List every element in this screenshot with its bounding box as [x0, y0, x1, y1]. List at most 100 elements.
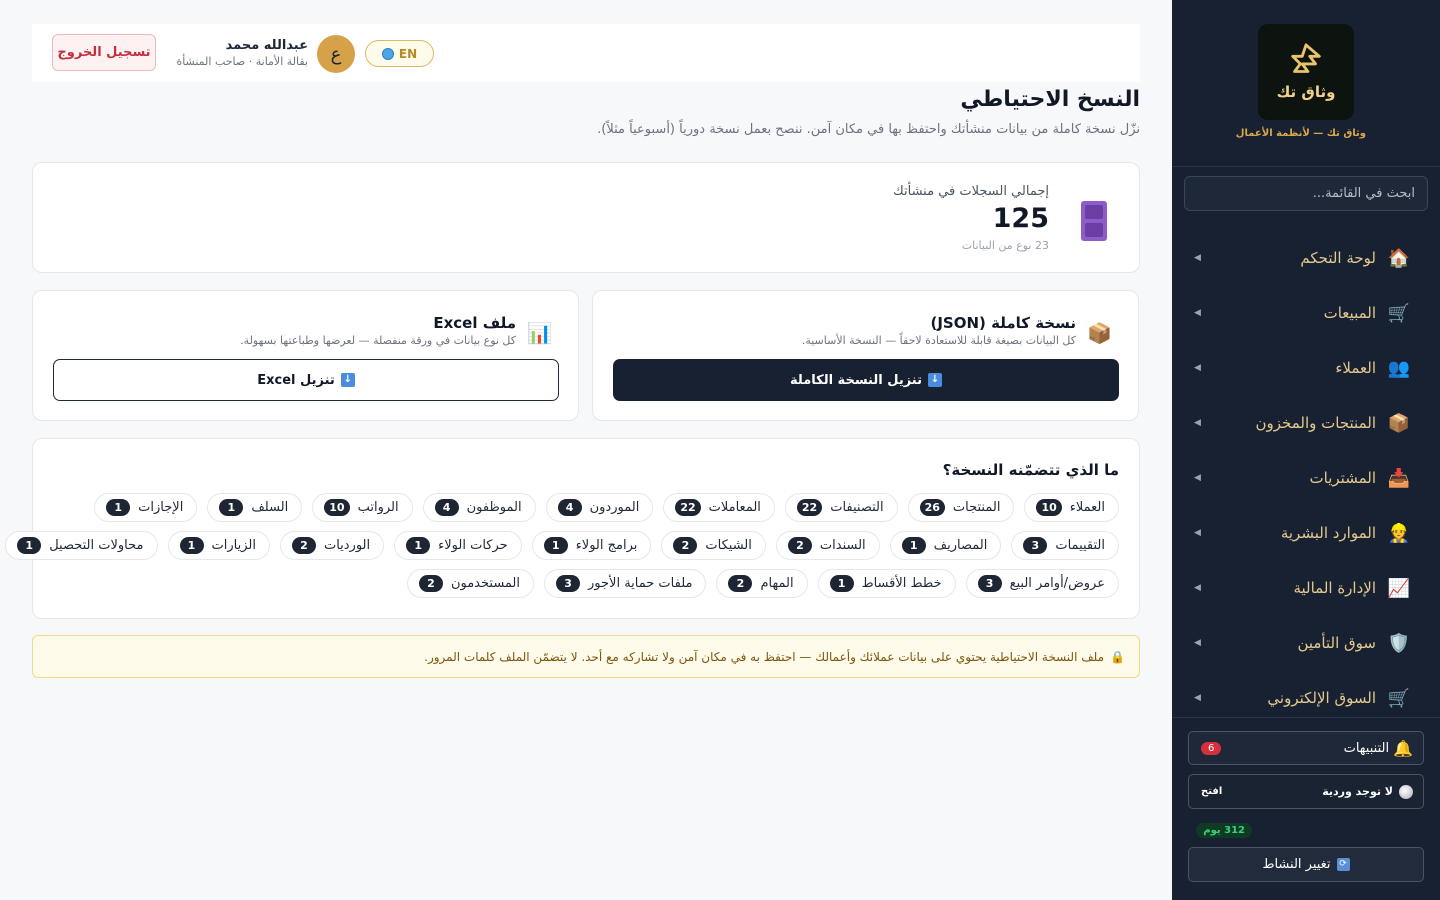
data-type-chip: خطط الأقساط 1: [817, 569, 956, 598]
chip-count-badge: 1: [829, 575, 854, 592]
chip-count-badge: 22: [796, 499, 823, 516]
chip-count-badge: 2: [787, 537, 812, 554]
chip-count-badge: 2: [673, 537, 698, 554]
chip-count-badge: 26: [919, 499, 945, 516]
sidebar-item-insurance[interactable]: 🛡️ سوق التأمين ◀: [1194, 623, 1410, 663]
chip-count-badge: 1: [901, 537, 926, 554]
chip-count-badge: 4: [557, 499, 582, 516]
avatar[interactable]: ع: [317, 35, 355, 73]
chip-count-badge: 10: [1036, 499, 1062, 516]
chip-label: الإجازات: [138, 500, 184, 515]
shift-label: لا توجد وردية: [1322, 785, 1393, 798]
download-excel-label: تنزيل Excel: [257, 372, 335, 388]
package-icon: 📦: [1087, 321, 1112, 345]
data-type-chip: الشيكات 2: [661, 531, 766, 560]
logo-text: وثاق تك: [1276, 83, 1336, 101]
sidebar-item-label: المبيعات: [1323, 304, 1376, 322]
data-type-chip: الموظفون 4: [422, 493, 536, 522]
chip-label: الزيارات: [211, 538, 256, 553]
sidebar-item-hr[interactable]: 👷 الموارد البشرية ◀: [1194, 513, 1410, 553]
cart-icon: 🛒: [1387, 687, 1411, 709]
notifications-button[interactable]: 🔔 التنبيهات 6: [1188, 731, 1424, 765]
warning-text: ملف النسخة الاحتياطية يحتوي على بيانات ع…: [424, 649, 1105, 664]
expand-arrow-icon: ◀: [1194, 253, 1201, 263]
notifications-count-badge: 6: [1201, 741, 1222, 755]
excel-card-title: ملف Excel: [433, 314, 516, 332]
chip-label: المنتجات: [952, 500, 1001, 515]
user-name: عبدالله محمد: [225, 38, 308, 53]
logout-button[interactable]: تسجيل الخروج: [52, 34, 156, 71]
language-toggle-button[interactable]: EN: [365, 40, 434, 67]
data-type-chip: العملاء 10: [1024, 493, 1119, 522]
chip-count-badge: 3: [1023, 537, 1048, 554]
expand-arrow-icon: ◀: [1194, 363, 1201, 373]
sidebar-item-products[interactable]: 📦 المنتجات والمخزون ◀: [1194, 403, 1410, 443]
person-icon: 👷: [1387, 522, 1411, 544]
sidebar-item-purchases[interactable]: 📥 المشتريات ◀: [1194, 458, 1410, 498]
sidebar-item-label: العملاء: [1335, 359, 1376, 377]
status-dot-icon: [1399, 784, 1413, 799]
chip-label: برامج الولاء: [575, 538, 638, 553]
chip-count-badge: 1: [179, 537, 204, 554]
chip-count-badge: 4: [434, 499, 459, 516]
user-role: بقالة الأمانة · صاحب المنشأة: [176, 55, 308, 68]
stats-value: 125: [992, 203, 1049, 234]
switch-activity-button[interactable]: ⟳ تغيير النشاط: [1188, 847, 1424, 882]
open-shift-button[interactable]: افتح: [1201, 786, 1222, 797]
data-type-chip: الورديات 2: [279, 531, 385, 560]
data-type-chip: عروض/أوامر البيع 3: [965, 569, 1119, 598]
data-type-chip: المصاريف 1: [889, 531, 1002, 560]
cart-icon: 🛒: [1387, 302, 1411, 324]
chip-row: عروض/أوامر البيع 3 خطط الأقساط 1 المهام 2 ملفا…: [406, 569, 1119, 598]
logo-mark-icon: [1291, 43, 1321, 73]
chip-row: التقييمات 3 المصاريف 1 السندات 2 الشيكات 2 برامج…: [5, 531, 1119, 560]
brand-tagline: وثاق تك — لأنظمة الأعمال: [1235, 128, 1366, 139]
refresh-icon: ⟳: [1336, 858, 1350, 871]
chip-label: التصنيفات: [830, 500, 884, 515]
chip-count-badge: 2: [291, 537, 316, 554]
notifications-label: التنبيهات: [1343, 740, 1390, 756]
data-type-chip: السندات 2: [775, 531, 880, 560]
chip-label: الموظفون: [466, 500, 522, 515]
data-type-chip: السلف 1: [207, 493, 303, 522]
data-type-chip: المهام 2: [716, 569, 808, 598]
download-excel-button[interactable]: ↓ تنزيل Excel: [53, 359, 559, 401]
expand-arrow-icon: ◀: [1194, 583, 1201, 593]
chip-label: عروض/أوامر البيع: [1009, 576, 1105, 591]
cabinet-icon: [1081, 201, 1107, 241]
json-card-title: نسخة كاملة (JSON): [930, 314, 1076, 332]
chip-label: السلف: [251, 500, 289, 515]
chart-icon: 📈: [1387, 577, 1411, 599]
switch-activity-label: تغيير النشاط: [1262, 857, 1331, 872]
chip-label: محاولات التحصيل: [49, 538, 144, 553]
data-type-chip: التصنيفات 22: [784, 493, 898, 522]
brand-logo[interactable]: وثاق تك: [1258, 24, 1354, 120]
page-title: النسخ الاحتياطي: [960, 87, 1140, 112]
sidebar-item-ecommerce[interactable]: 🛒 السوق الإلكتروني ◀: [1194, 678, 1410, 718]
sidebar-item-sales[interactable]: 🛒 المبيعات ◀: [1194, 293, 1410, 333]
box-icon: 📦: [1387, 412, 1411, 434]
stats-sub: 23 نوع من البيانات: [961, 239, 1049, 252]
data-type-chip: التقييمات 3: [1011, 531, 1119, 560]
chip-label: المستخدمون: [450, 576, 521, 591]
lock-icon: 🔒: [1110, 649, 1125, 664]
sidebar-item-label: السوق الإلكتروني: [1267, 689, 1376, 707]
expand-arrow-icon: ◀: [1194, 418, 1201, 428]
chip-label: المهام: [760, 576, 794, 591]
shift-status: لا توجد وردية افتح: [1188, 774, 1424, 809]
globe-icon: [381, 47, 394, 60]
sidebar-search-input[interactable]: [1184, 176, 1428, 211]
sidebar-item-customers[interactable]: 👥 العملاء ◀: [1194, 348, 1410, 388]
download-json-button[interactable]: ↓ تنزيل النسخة الكاملة: [613, 359, 1119, 401]
sidebar-item-finance[interactable]: 📈 الإدارة المالية ◀: [1194, 568, 1410, 608]
download-json-label: تنزيل النسخة الكاملة: [790, 372, 922, 388]
expand-arrow-icon: ◀: [1194, 693, 1201, 703]
chip-count-badge: 1: [219, 499, 244, 516]
data-type-chip: برامج الولاء 1: [531, 531, 652, 560]
data-type-chip: الموردون 4: [545, 493, 654, 522]
excel-card-desc: كل نوع بيانات في ورقة منفصلة — لعرضها وط…: [240, 334, 516, 347]
sidebar-item-dashboard[interactable]: 🏠 لوحة التحكم ◀: [1194, 238, 1410, 278]
stats-label: إجمالي السجلات في منشأتك: [893, 184, 1049, 199]
data-type-chip: الإجازات 1: [94, 493, 198, 522]
records-summary-card: إجمالي السجلات في منشأتك 125 23 نوع من ا…: [32, 162, 1140, 273]
